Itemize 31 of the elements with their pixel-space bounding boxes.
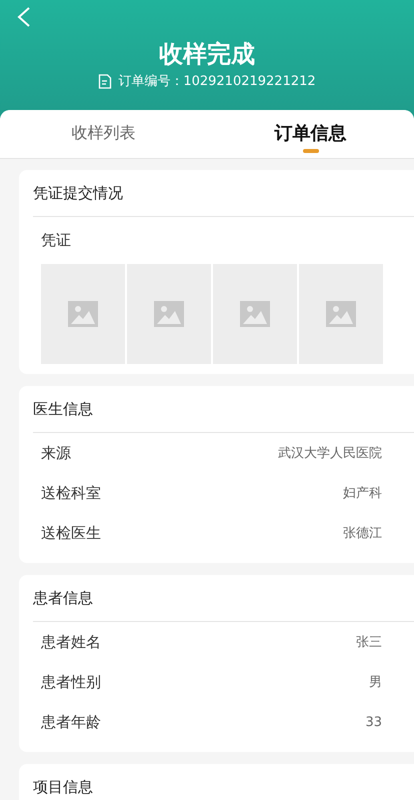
section-title: 凭证提交情况 [33, 170, 414, 217]
field-value: 张德江 [343, 525, 382, 542]
field-label: 送检医生 [41, 524, 101, 542]
section-title: 医生信息 [33, 386, 414, 433]
field-label: 患者年龄 [41, 712, 101, 732]
section-title: 患者信息 [33, 575, 414, 622]
field-value: 张三 [356, 634, 382, 651]
image-icon [326, 301, 356, 327]
image-placeholder[interactable] [127, 264, 211, 364]
section-title: 项目信息 [33, 764, 414, 800]
field-value: 33 [365, 714, 382, 730]
field-value: 男 [369, 674, 382, 691]
back-icon[interactable] [16, 6, 32, 28]
order-label: 订单编号：1029210219221212 [118, 73, 316, 90]
page-title: 收样完成 [159, 39, 255, 70]
field-label: 送检科室 [41, 484, 101, 502]
tab[interactable]: 收样列表 [0, 110, 207, 158]
image-placeholder[interactable] [41, 264, 125, 364]
document-icon [98, 74, 112, 88]
image-icon [68, 301, 98, 327]
field-label: 来源 [41, 444, 71, 462]
image-icon [240, 301, 270, 327]
field-value: 武汉大学人民医院 [278, 445, 382, 462]
field-label: 患者性别 [41, 672, 101, 692]
field-value: 妇产科 [343, 485, 382, 502]
section-subtitle: 凭证 [40, 230, 72, 251]
tab[interactable]: 订单信息 [207, 110, 414, 158]
image-placeholder[interactable] [299, 264, 383, 364]
image-placeholder[interactable] [213, 264, 297, 364]
field-label: 患者姓名 [41, 632, 101, 652]
image-icon [154, 301, 184, 327]
